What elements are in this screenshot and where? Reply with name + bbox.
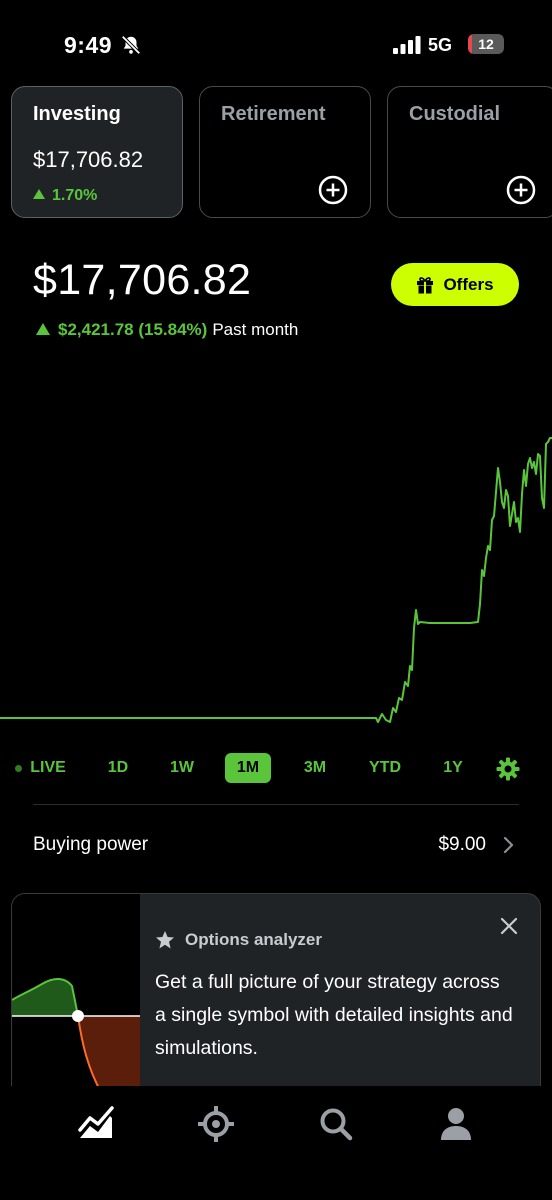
options-description: Get a full picture of your strategy acro…	[155, 971, 513, 1059]
battery-indicator: 12	[468, 34, 504, 54]
range-tab-ytd[interactable]: YTD	[364, 753, 406, 783]
up-triangle-icon	[33, 189, 45, 199]
search-icon[interactable]	[316, 1104, 356, 1144]
account-name: Retirement	[221, 103, 326, 125]
star-icon	[156, 931, 174, 949]
range-tab-1w[interactable]: 1W	[164, 753, 200, 783]
account-name: Investing	[33, 103, 121, 125]
buying-power-value: $9.00	[438, 834, 486, 855]
gift-icon	[417, 276, 434, 294]
divider	[33, 804, 519, 805]
up-triangle-icon	[36, 323, 50, 335]
range-selector: LIVE 1D 1W 1M 3M YTD 1Y	[0, 753, 552, 785]
battery-level: 12	[478, 36, 494, 52]
range-tab-3m[interactable]: 3M	[296, 753, 334, 783]
account-card-custodial[interactable]: Custodial	[387, 86, 552, 218]
portfolio-change-period: Past month	[212, 320, 299, 339]
offers-label: Offers	[443, 274, 494, 294]
chevron-right-icon	[503, 836, 514, 854]
payoff-illustration	[12, 894, 140, 1102]
options-title: Options analyzer	[185, 930, 322, 949]
range-tab-live[interactable]: LIVE	[28, 753, 68, 783]
portfolio-chart[interactable]	[0, 420, 552, 740]
network-label: 5G	[428, 35, 453, 55]
buying-power-row[interactable]: Buying power $9.00	[0, 822, 552, 868]
crypto-icon[interactable]	[196, 1104, 236, 1144]
status-bar: 9:49 5G 12	[0, 0, 552, 80]
offers-button[interactable]: Offers	[391, 263, 519, 306]
plus-circle-icon[interactable]	[318, 175, 348, 205]
profile-icon[interactable]	[436, 1104, 476, 1144]
account-value: $17,706.82	[33, 147, 144, 172]
signal-icon	[393, 36, 421, 54]
portfolio-value: $17,706.82	[33, 256, 252, 304]
account-change-value: 1.70%	[52, 187, 98, 204]
live-dot	[15, 765, 22, 772]
buying-power-label: Buying power	[33, 834, 149, 855]
portfolio-change: $2,421.78 (15.84%) Past month	[36, 320, 298, 340]
portfolio-chart-line	[0, 437, 552, 723]
account-name: Custodial	[409, 103, 501, 125]
range-tab-1d[interactable]: 1D	[100, 753, 136, 783]
status-time: 9:49	[64, 32, 113, 58]
bottom-nav	[0, 1086, 552, 1200]
account-change: 1.70%	[33, 187, 97, 205]
account-card-retirement[interactable]: Retirement	[199, 86, 371, 218]
plus-circle-icon[interactable]	[506, 175, 536, 205]
portfolio-change-amount: $2,421.78 (15.84%)	[58, 320, 208, 339]
range-tab-1y[interactable]: 1Y	[436, 753, 470, 783]
account-card-investing[interactable]: Investing $17,706.82 1.70%	[11, 86, 183, 218]
close-icon[interactable]	[499, 916, 519, 936]
options-analyzer-card[interactable]: Options analyzer Get a full picture of y…	[11, 893, 541, 1103]
options-title-row: Options analyzer	[155, 930, 322, 950]
gear-icon[interactable]	[496, 757, 520, 781]
chart-icon[interactable]	[76, 1104, 116, 1144]
range-tab-1m[interactable]: 1M	[225, 753, 271, 783]
bell-muted-icon	[121, 35, 141, 55]
